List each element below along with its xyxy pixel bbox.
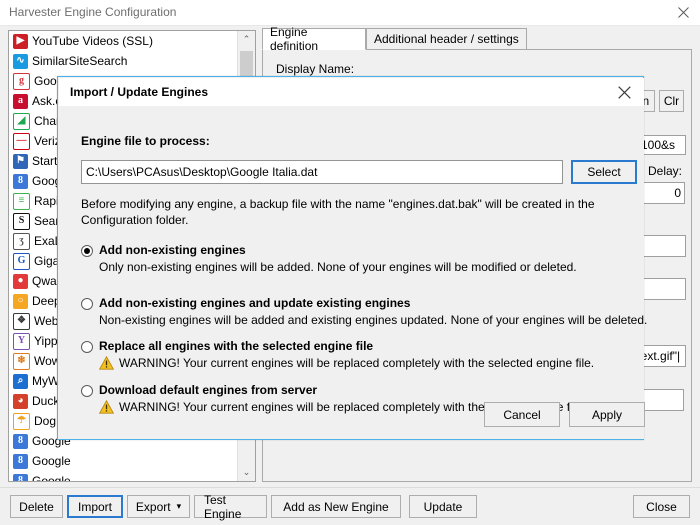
delay-label: Delay:: [648, 164, 683, 178]
scroll-up-arrow-icon[interactable]: ⌃: [238, 31, 255, 48]
add-as-new-engine-button[interactable]: Add as New Engine: [271, 495, 401, 518]
list-item-label: Google: [32, 454, 71, 468]
rapid-icon: ≡: [13, 192, 30, 210]
list-item[interactable]: ▶ YouTube Videos (SSL): [9, 31, 238, 51]
import-button-label: Import: [78, 499, 113, 514]
window-close-button[interactable]: [666, 0, 700, 25]
list-item-label: Google: [32, 474, 71, 481]
tab-additional-header-settings-label: Additional header / settings: [374, 32, 519, 46]
option-label: Replace all engines with the selected en…: [99, 339, 374, 353]
dialog-title-bar: Import / Update Engines: [59, 78, 644, 106]
close-button[interactable]: Close: [633, 495, 690, 518]
mywebsearch-icon: ⌕: [13, 373, 28, 389]
tab-additional-header-settings[interactable]: Additional header / settings: [366, 28, 527, 50]
radio-add-and-update[interactable]: [81, 298, 93, 310]
option-label: Add non-existing engines and update exis…: [99, 296, 411, 310]
update-button-label: Update: [423, 499, 463, 514]
youtube-icon: ▶: [13, 33, 28, 49]
list-item-label: Goo: [34, 74, 57, 88]
tab-engine-definition-label: Engine definition: [270, 25, 319, 53]
update-button[interactable]: Update: [409, 495, 477, 518]
test-engine-button-label: Test Engine: [204, 492, 242, 521]
option-label: Download default engines from server: [99, 383, 318, 397]
dialog-close-button[interactable]: [606, 78, 642, 106]
tab-engine-definition[interactable]: Engine definition: [262, 25, 366, 53]
goo-icon: g: [13, 72, 30, 90]
scroll-down-arrow-icon[interactable]: ⌄: [238, 464, 255, 481]
radio-add-non-existing[interactable]: [81, 245, 93, 257]
option-label: Add non-existing engines: [99, 243, 246, 257]
add-as-new-engine-button-label: Add as New Engine: [283, 499, 389, 514]
wow-icon: ❄: [13, 352, 30, 370]
google-icon: 8: [13, 173, 28, 189]
startpage-icon: ⚑: [13, 153, 28, 169]
test-engine-button[interactable]: Test Engine: [194, 492, 267, 521]
close-icon: [677, 7, 689, 18]
qwant-icon: ●: [13, 273, 28, 289]
google-icon: 8: [13, 453, 28, 469]
export-button-label: Export: [135, 499, 171, 514]
dialog-title: Import / Update Engines: [70, 85, 209, 99]
radio-replace-all[interactable]: [81, 341, 93, 353]
gigablast-icon: G: [13, 252, 30, 270]
list-item[interactable]: ∿ SimilarSiteSearch: [9, 51, 238, 71]
window-title: Harvester Engine Configuration: [9, 5, 177, 19]
cancel-button[interactable]: Cancel: [484, 402, 560, 427]
apply-button[interactable]: Apply: [569, 402, 645, 427]
search-s-icon: S: [13, 212, 30, 230]
deeperweb-icon: ○: [13, 293, 28, 309]
list-item-label: YouTube Videos (SSL): [32, 34, 153, 48]
list-item[interactable]: 8 Google: [9, 471, 238, 481]
tab-strip: Engine definition Additional header / se…: [262, 25, 692, 53]
close-icon: [617, 85, 631, 99]
google-icon: 8: [13, 433, 28, 449]
dogpile-icon: ☂: [13, 412, 30, 430]
export-button[interactable]: Export ▾: [127, 495, 190, 518]
google-icon: 8: [13, 473, 28, 481]
radio-download-default[interactable]: [81, 385, 93, 397]
option-description: Non-existing engines will be added and e…: [99, 313, 648, 327]
yippy-icon: Y: [13, 332, 30, 350]
option-description: Only non-existing engines will be added.…: [99, 260, 577, 274]
bottom-toolbar: Delete Import Export ▾ Test Engine Add a…: [0, 487, 700, 525]
option-description: WARNING! Your current engines will be re…: [119, 356, 595, 370]
verizon-icon: —: [13, 132, 30, 150]
import-button[interactable]: Import: [67, 495, 123, 518]
ask-icon: a: [13, 93, 28, 109]
dialog-body: Engine file to process: C:\Users\PCAsus\…: [59, 106, 648, 439]
delete-button[interactable]: Delete: [10, 495, 63, 518]
delete-button-label: Delete: [19, 499, 54, 514]
select-file-button[interactable]: Select: [571, 160, 637, 184]
harvester-engine-configuration-window: Harvester Engine Configuration ▶ YouTube …: [0, 0, 700, 525]
duckduckgo-icon: ◕: [13, 393, 28, 409]
list-item-label: SimilarSiteSearch: [32, 54, 128, 68]
backup-note: Before modifying any engine, a backup fi…: [81, 197, 595, 227]
import-update-engines-dialog: Import / Update Engines Engine file to p…: [57, 76, 648, 440]
engine-file-label: Engine file to process:: [81, 134, 210, 148]
display-name-label: Display Name:: [276, 62, 355, 76]
window-title-bar: Harvester Engine Configuration: [0, 0, 700, 26]
engine-file-input[interactable]: C:\Users\PCAsus\Desktop\Google Italia.da…: [81, 160, 563, 184]
charter-icon: ◢: [13, 112, 30, 130]
list-item[interactable]: 8 Google: [9, 451, 238, 471]
chevron-down-icon: ▾: [176, 501, 182, 511]
similarsitesearch-icon: ∿: [13, 53, 28, 69]
close-button-label: Close: [646, 499, 677, 514]
exalead-icon: ʒ: [13, 232, 30, 250]
clr-button[interactable]: Clr: [659, 90, 684, 112]
webcrawler-icon: ❖: [13, 312, 30, 330]
